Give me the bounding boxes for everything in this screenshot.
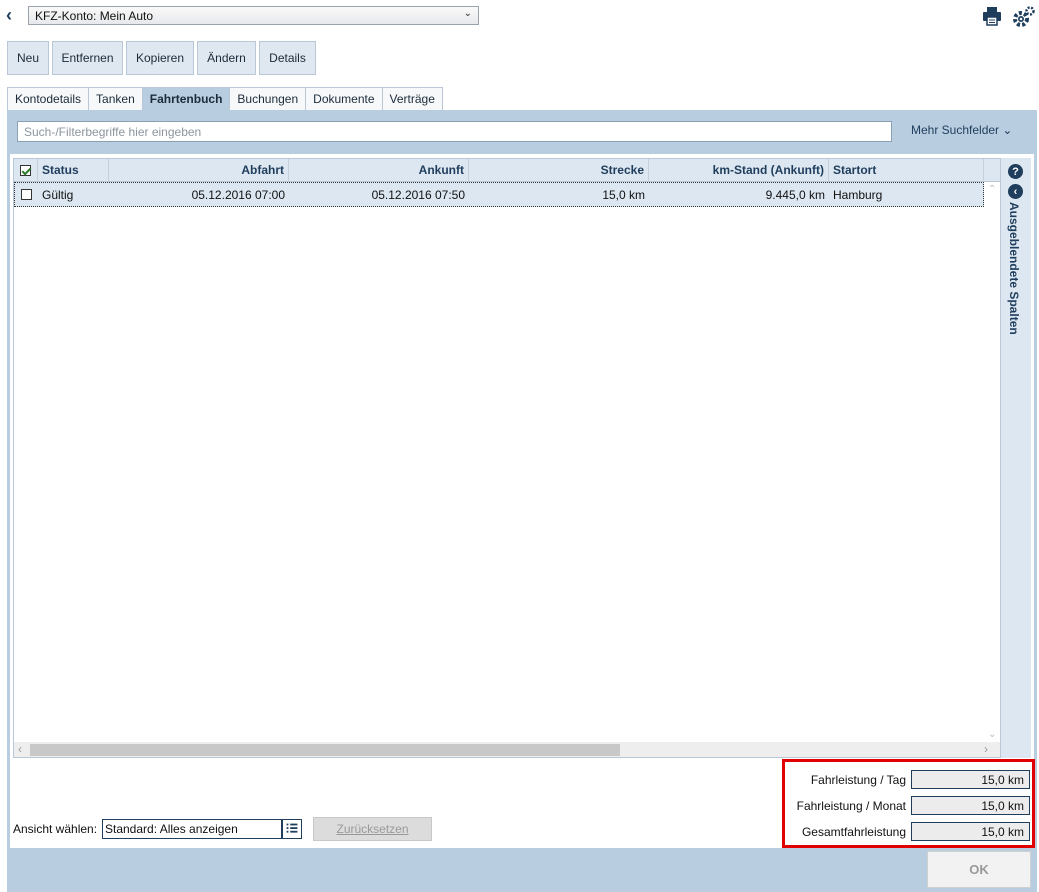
scroll-up-icon[interactable]: ⌃ [988, 184, 996, 195]
cell-startort: Hamburg [833, 187, 883, 202]
summary-label-tag: Fahrleistung / Tag [810, 773, 906, 787]
summary-label-gesamt: Gesamtfahrleistung [801, 825, 906, 839]
new-button[interactable]: Neu [7, 41, 49, 75]
summary-value-gesamt: 15,0 km [911, 822, 1030, 841]
table-row[interactable]: Gültig 05.12.2016 07:00 05.12.2016 07:50… [14, 182, 984, 207]
tab-bar: Kontodetails Tanken Fahrtenbuch Buchunge… [7, 87, 443, 110]
checkbox-checked-icon [20, 164, 31, 176]
view-label: Ansicht wählen: [13, 822, 98, 836]
vertical-scrollbar[interactable]: ⌃ ⌄ [986, 182, 1000, 742]
cell-status: Gültig [42, 187, 74, 202]
account-select[interactable]: KFZ-Konto: Mein Auto ⌄ [28, 6, 479, 25]
cell-ankunft: 05.12.2016 07:50 [371, 187, 465, 202]
ok-button[interactable]: OK [927, 851, 1031, 888]
hidden-columns-label: Ausgeblendete Spalten [1007, 202, 1021, 335]
cell-strecke: 15,0 km [602, 187, 645, 202]
summary-row: Fahrleistung / Monat 15,0 km [785, 796, 1032, 816]
search-input[interactable]: Such-/Filterbegriffe hier eingeben [17, 121, 892, 142]
scroll-right-icon[interactable]: › [984, 742, 988, 756]
more-search-fields-label: Mehr Suchfelder [911, 123, 1000, 137]
column-header-status[interactable]: Status [38, 159, 109, 181]
cell-abfahrt: 05.12.2016 07:00 [191, 187, 285, 202]
tab-vertraege[interactable]: Verträge [381, 87, 443, 110]
row-checkbox[interactable] [15, 183, 38, 206]
column-header-km-stand[interactable]: km-Stand (Ankunft) [649, 159, 829, 181]
cell-km-stand: 9.445,0 km [765, 187, 825, 202]
summary-label-monat: Fahrleistung / Monat [796, 799, 906, 813]
details-button[interactable]: Details [259, 41, 316, 75]
remove-button[interactable]: Entfernen [52, 41, 123, 75]
help-icon[interactable]: ? [1008, 164, 1023, 179]
chevron-down-icon: ⌄ [463, 8, 472, 19]
toolbar: Neu Entfernen Kopieren Ändern Details [7, 41, 316, 75]
back-arrow-icon[interactable]: ‹ [6, 5, 20, 25]
edit-button[interactable]: Ändern [197, 41, 256, 75]
app-window: ‹ KFZ-Konto: Mein Auto ⌄ Neu Entfernen K… [0, 0, 1039, 892]
main-panel: Such-/Filterbegriffe hier eingeben Mehr … [7, 110, 1037, 892]
scroll-down-icon[interactable]: ⌄ [988, 729, 996, 740]
summary-row: Gesamtfahrleistung 15,0 km [785, 822, 1032, 842]
horizontal-scroll-thumb[interactable] [30, 744, 620, 756]
table-header: Status Abfahrt Ankunft Strecke km-Stand … [14, 159, 1000, 182]
content-area: Status Abfahrt Ankunft Strecke km-Stand … [10, 154, 1035, 848]
copy-button[interactable]: Kopieren [126, 41, 194, 75]
reset-button[interactable]: Zurücksetzen [313, 817, 432, 841]
select-all-checkbox[interactable] [14, 159, 38, 181]
checkbox-unchecked-icon [21, 189, 32, 200]
tab-fahrtenbuch[interactable]: Fahrtenbuch [141, 87, 231, 110]
column-header-startort[interactable]: Startort [829, 159, 984, 181]
list-icon[interactable] [282, 819, 302, 839]
tab-dokumente[interactable]: Dokumente [305, 87, 383, 110]
chevron-down-icon: ⌄ [1002, 123, 1013, 137]
scroll-left-icon[interactable]: ‹ [18, 742, 22, 756]
summary-row: Fahrleistung / Tag 15,0 km [785, 770, 1032, 790]
trip-table: Status Abfahrt Ankunft Strecke km-Stand … [13, 158, 1001, 758]
tab-buchungen[interactable]: Buchungen [229, 87, 307, 110]
tab-kontodetails[interactable]: Kontodetails [7, 87, 90, 110]
column-header-strecke[interactable]: Strecke [469, 159, 649, 181]
column-header-ankunft[interactable]: Ankunft [289, 159, 469, 181]
summary-value-tag: 15,0 km [911, 770, 1030, 789]
summary-box: Fahrleistung / Tag 15,0 km Fahrleistung … [782, 759, 1035, 848]
view-select[interactable]: Standard: Alles anzeigen [102, 819, 282, 839]
summary-value-monat: 15,0 km [911, 796, 1030, 815]
print-icon[interactable] [982, 6, 1002, 26]
account-select-value: KFZ-Konto: Mein Auto [35, 9, 154, 23]
hidden-columns-panel[interactable]: ? ‹ Ausgeblendete Spalten [1001, 158, 1031, 758]
column-header-abfahrt[interactable]: Abfahrt [109, 159, 289, 181]
settings-gear-icon[interactable] [1012, 5, 1036, 29]
horizontal-scrollbar[interactable]: ‹ › [14, 742, 1000, 757]
tab-tanken[interactable]: Tanken [88, 87, 143, 110]
chevron-left-icon[interactable]: ‹ [1008, 184, 1023, 199]
more-search-fields-link[interactable]: Mehr Suchfelder ⌄ [911, 123, 1012, 137]
